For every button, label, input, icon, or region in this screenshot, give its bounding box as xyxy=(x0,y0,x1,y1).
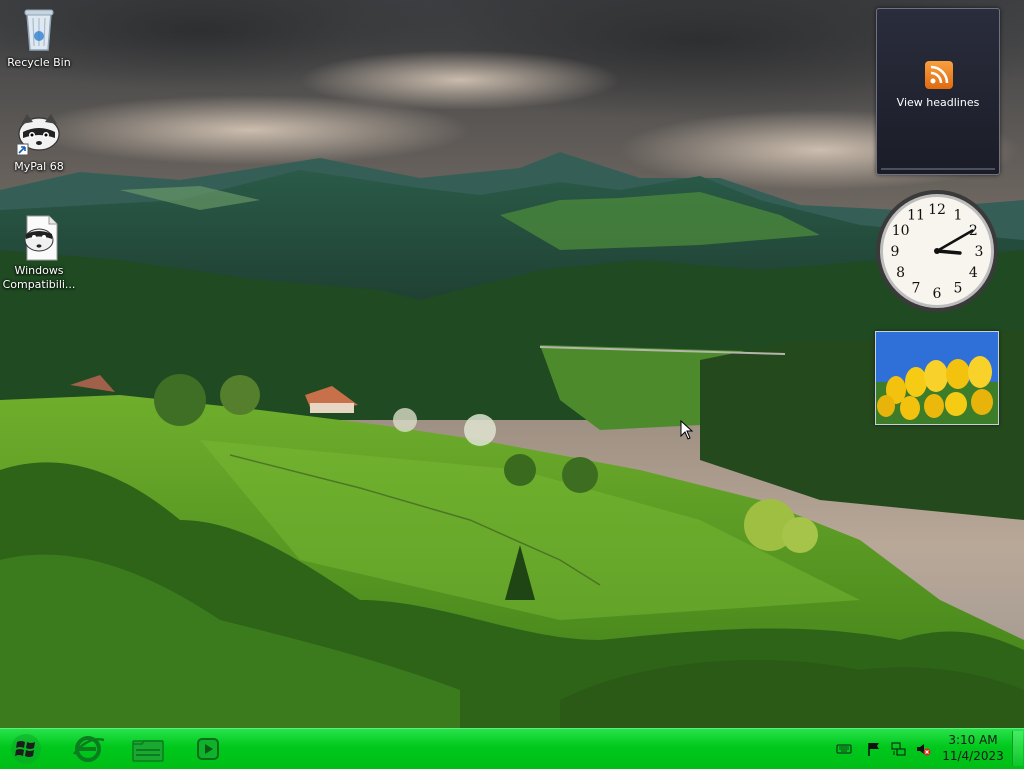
show-desktop-button[interactable] xyxy=(1012,731,1023,766)
volume-muted-icon[interactable] xyxy=(915,741,931,757)
recycle-bin-icon xyxy=(15,6,63,54)
taskbar-clock[interactable]: 3:10 AM 11/4/2023 xyxy=(937,732,1009,764)
clock-numeral: 4 xyxy=(969,265,978,281)
windows-logo-icon xyxy=(11,734,41,764)
wallpaper-landscape xyxy=(0,0,1024,728)
desktop[interactable]: Recycle Bin MyPal 68 Windows Compatibili… xyxy=(0,0,1024,728)
clock-numeral: 1 xyxy=(954,208,963,224)
windows-explorer-icon xyxy=(132,740,164,762)
view-headlines-link[interactable]: View headlines xyxy=(877,96,999,109)
slideshow-gadget[interactable] xyxy=(875,331,999,425)
feed-headlines-gadget[interactable]: View headlines xyxy=(876,8,1000,175)
windows-compatibility-shortcut[interactable]: Windows Compatibili... xyxy=(1,214,77,292)
keyboard-icon[interactable] xyxy=(836,741,852,757)
clock-numeral: 7 xyxy=(912,280,921,296)
gadget-divider xyxy=(881,168,995,170)
network-icon[interactable] xyxy=(891,741,907,757)
media-player-icon xyxy=(197,738,219,760)
media-player-button[interactable] xyxy=(188,732,228,766)
action-center-flag-icon[interactable] xyxy=(866,741,882,757)
clock-numeral: 8 xyxy=(896,265,905,281)
internet-explorer-button[interactable] xyxy=(68,732,108,766)
mypal-label: MyPal 68 xyxy=(14,160,64,173)
windows-compatibility-label: Windows Compatibili... xyxy=(2,264,76,291)
mouse-cursor-icon xyxy=(680,420,694,440)
mypal-raccoon-icon xyxy=(15,110,63,158)
tulips-photo xyxy=(876,332,998,424)
recycle-bin-shortcut[interactable]: Recycle Bin xyxy=(1,6,77,70)
clock-numeral: 10 xyxy=(892,223,910,239)
clock-numeral: 12 xyxy=(928,202,946,218)
start-button[interactable] xyxy=(4,732,48,766)
clock-numeral: 11 xyxy=(907,208,925,224)
document-raccoon-icon xyxy=(15,214,63,262)
internet-explorer-icon xyxy=(73,736,105,762)
recycle-bin-label: Recycle Bin xyxy=(7,56,71,69)
clock-numeral: 3 xyxy=(975,244,984,260)
taskbar-time: 3:10 AM xyxy=(948,733,998,747)
clock-gadget[interactable]: 121234567891011 xyxy=(874,188,1000,314)
mypal-shortcut[interactable]: MyPal 68 xyxy=(1,110,77,174)
taskbar-date: 11/4/2023 xyxy=(942,749,1004,763)
clock-face: 121234567891011 xyxy=(876,190,998,312)
windows-explorer-button[interactable] xyxy=(128,732,168,766)
rss-feed-icon xyxy=(925,61,953,89)
clock-numeral: 9 xyxy=(891,244,900,260)
clock-numeral: 5 xyxy=(954,280,963,296)
clock-numeral: 6 xyxy=(933,286,942,302)
taskbar: 3:10 AM 11/4/2023 xyxy=(0,728,1024,769)
clock-hour-hand xyxy=(935,249,962,255)
